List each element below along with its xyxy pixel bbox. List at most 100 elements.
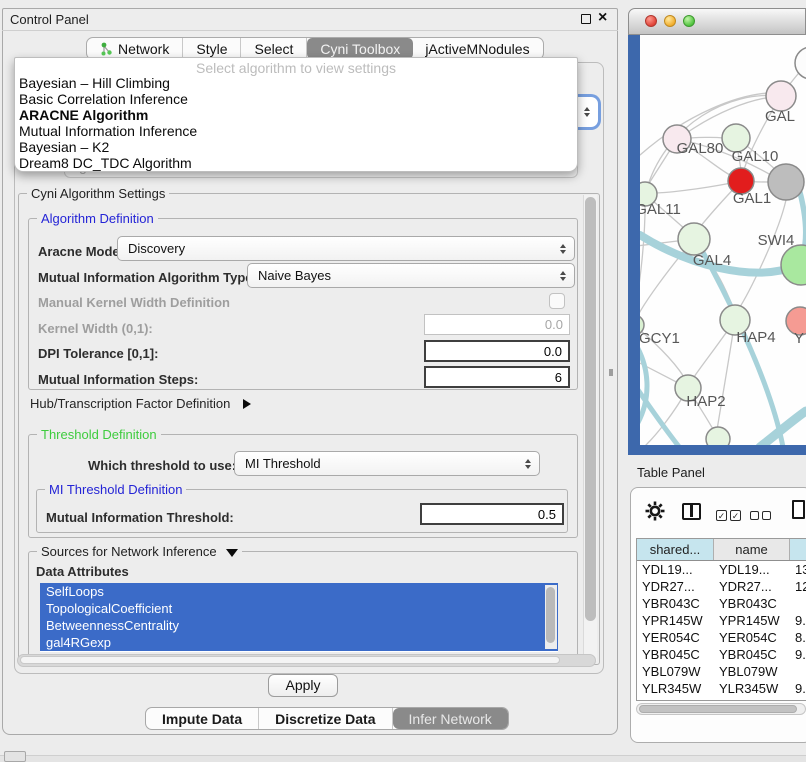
table-cell[interactable]: YPR145W [714, 612, 790, 629]
table-row[interactable]: YBL079WYBL079W [637, 663, 806, 680]
attribute-item-betweennesscentrality[interactable]: BetweennessCentrality [40, 617, 558, 634]
column-header-2[interactable] [790, 539, 806, 560]
table-cell[interactable]: YIL052C [637, 697, 714, 701]
algorithm-option-bayesian-hill-climbing[interactable]: Bayesian – Hill Climbing [15, 75, 577, 91]
document-icon[interactable] [792, 500, 805, 519]
table-cell[interactable]: YBL079W [637, 663, 714, 680]
kernel-width-label: Kernel Width (0,1): [38, 321, 153, 336]
attributes-scrollbar[interactable] [545, 585, 557, 649]
table-hscrollbar[interactable] [636, 703, 806, 715]
table-row[interactable]: YLR345WYLR345W9. [637, 680, 806, 697]
split-view-icon[interactable] [682, 503, 701, 520]
expander-collapsed-icon [243, 399, 251, 409]
table-cell[interactable]: YBR045C [714, 646, 790, 663]
table-cell[interactable]: YER054C [637, 629, 714, 646]
table-row[interactable]: YER054CYER054C8. [637, 629, 806, 646]
hub-definition-expander[interactable]: Hub/Transcription Factor Definition [30, 396, 251, 411]
bottom-tab-infer-network[interactable]: Infer Network [393, 708, 508, 729]
mi-type-combo[interactable]: Naive Bayes [247, 263, 575, 288]
table-cell[interactable] [790, 595, 806, 612]
table-row[interactable]: YDR27...YDR27...12 [637, 578, 806, 595]
table-cell[interactable]: YDR27... [714, 578, 790, 595]
aracne-mode-label: Aracne Mode: [38, 244, 124, 259]
algorithm-option-basic-correlation-inference[interactable]: Basic Correlation Inference [15, 91, 577, 107]
tab-jactivemnodules[interactable]: jActiveMNodules [412, 38, 542, 59]
aracne-mode-combo[interactable]: Discovery [117, 236, 575, 261]
table-row[interactable]: YIL052CYIL052C9. [637, 697, 806, 701]
which-threshold-combo[interactable]: MI Threshold [234, 451, 540, 476]
dpi-tolerance-field[interactable]: 0.0 [424, 340, 570, 362]
panel-divider-handle[interactable] [609, 369, 613, 376]
mi-threshold-field[interactable]: 0.5 [420, 503, 564, 525]
table-cell[interactable]: YDL19... [637, 561, 714, 578]
table-cell[interactable]: YDL19... [714, 561, 790, 578]
manual-kernel-checkbox[interactable] [549, 293, 565, 309]
table-cell[interactable] [790, 663, 806, 680]
table-cell[interactable]: 9. [790, 680, 806, 697]
table-cell[interactable]: YBL079W [714, 663, 790, 680]
node-table: shared...name YDL19...YDL19...13YDR27...… [636, 538, 806, 701]
network-node[interactable] [706, 427, 730, 451]
table-cell[interactable]: 12 [790, 578, 806, 595]
table-cell[interactable]: YBR045C [637, 646, 714, 663]
attribute-item-gal4rgexp[interactable]: gal4RGexp [40, 634, 558, 651]
docked-panel-icon[interactable] [4, 751, 26, 762]
table-row[interactable]: YPR145WYPR145W9. [637, 612, 806, 629]
table-cell[interactable]: YDR27... [637, 578, 714, 595]
algorithm-option-aracne-algorithm[interactable]: ARACNE Algorithm [15, 107, 577, 123]
algorithm-option-mutual-information-inference[interactable]: Mutual Information Inference [15, 123, 577, 139]
settings-hscrollbar-thumb[interactable] [20, 656, 560, 664]
bottom-tab-impute-data[interactable]: Impute Data [146, 708, 259, 729]
table-cell[interactable]: YLR345W [714, 680, 790, 697]
window-minimize-button[interactable] [664, 15, 676, 27]
tab-network[interactable]: Network [87, 38, 183, 59]
checked-columns-icon[interactable]: ✓✓ [716, 506, 744, 524]
mi-threshold-definition-title: MI Threshold Definition [45, 482, 186, 497]
settings-scrollbar-thumb[interactable] [585, 197, 596, 621]
network-node-gal4[interactable] [678, 223, 710, 255]
mi-steps-field[interactable]: 6 [424, 366, 570, 388]
kernel-width-field[interactable]: 0.0 [424, 314, 570, 335]
gear-icon[interactable] [644, 500, 666, 522]
table-cell[interactable]: 8. [790, 629, 806, 646]
tab-style[interactable]: Style [183, 38, 241, 59]
network-node[interactable] [768, 164, 804, 200]
table-cell[interactable]: YIL052C [714, 697, 790, 701]
table-cell[interactable]: YBR043C [637, 595, 714, 612]
network-node-gal[interactable] [766, 81, 796, 111]
bottom-tab-discretize-data[interactable]: Discretize Data [259, 708, 392, 729]
apply-button[interactable]: Apply [268, 674, 338, 697]
table-cell[interactable]: 9. [790, 646, 806, 663]
tab-select[interactable]: Select [241, 38, 307, 59]
attribute-item-selfloops[interactable]: SelfLoops [40, 583, 558, 600]
table-cell[interactable]: YLR345W [637, 680, 714, 697]
table-row[interactable]: YDL19...YDL19...13 [637, 561, 806, 578]
window-close-button[interactable] [645, 15, 657, 27]
column-header-shared[interactable]: shared... [637, 539, 714, 560]
attribute-item-topologicalcoefficient[interactable]: TopologicalCoefficient [40, 600, 558, 617]
control-panel-title: Control Panel [10, 12, 89, 27]
table-cell[interactable]: YBR043C [714, 595, 790, 612]
network-canvas[interactable]: GALGAL80GAL10GAL1GAL11GAL4SWI4GCY1HAP4YH… [628, 35, 806, 455]
table-hscrollbar-thumb[interactable] [639, 705, 797, 713]
algorithm-option-bayesian-k2[interactable]: Bayesian – K2 [15, 139, 577, 155]
table-cell[interactable]: YER054C [714, 629, 790, 646]
window-zoom-button[interactable] [683, 15, 695, 27]
column-header-name[interactable]: name [714, 539, 790, 560]
tab-cyni-toolbox[interactable]: Cyni Toolbox [307, 38, 413, 59]
settings-scrollbar[interactable] [583, 195, 597, 661]
close-icon[interactable]: × [598, 9, 607, 27]
algorithm-option-dream8-dc-tdc-algorithm[interactable]: Dream8 DC_TDC Algorithm [15, 155, 577, 171]
table-cell[interactable]: 9. [790, 612, 806, 629]
combo-stepper-icon [560, 271, 566, 281]
sources-group-title[interactable]: Sources for Network Inference [37, 544, 242, 559]
unchecked-columns-icon[interactable] [750, 507, 774, 525]
float-window-icon[interactable] [581, 14, 591, 24]
table-cell[interactable]: 9. [790, 697, 806, 701]
settings-hscrollbar[interactable] [17, 654, 596, 667]
table-row[interactable]: YBR043CYBR043C [637, 595, 806, 612]
attributes-scrollbar-thumb[interactable] [546, 587, 555, 643]
table-cell[interactable]: YPR145W [637, 612, 714, 629]
table-cell[interactable]: 13 [790, 561, 806, 578]
table-row[interactable]: YBR045CYBR045C9. [637, 646, 806, 663]
